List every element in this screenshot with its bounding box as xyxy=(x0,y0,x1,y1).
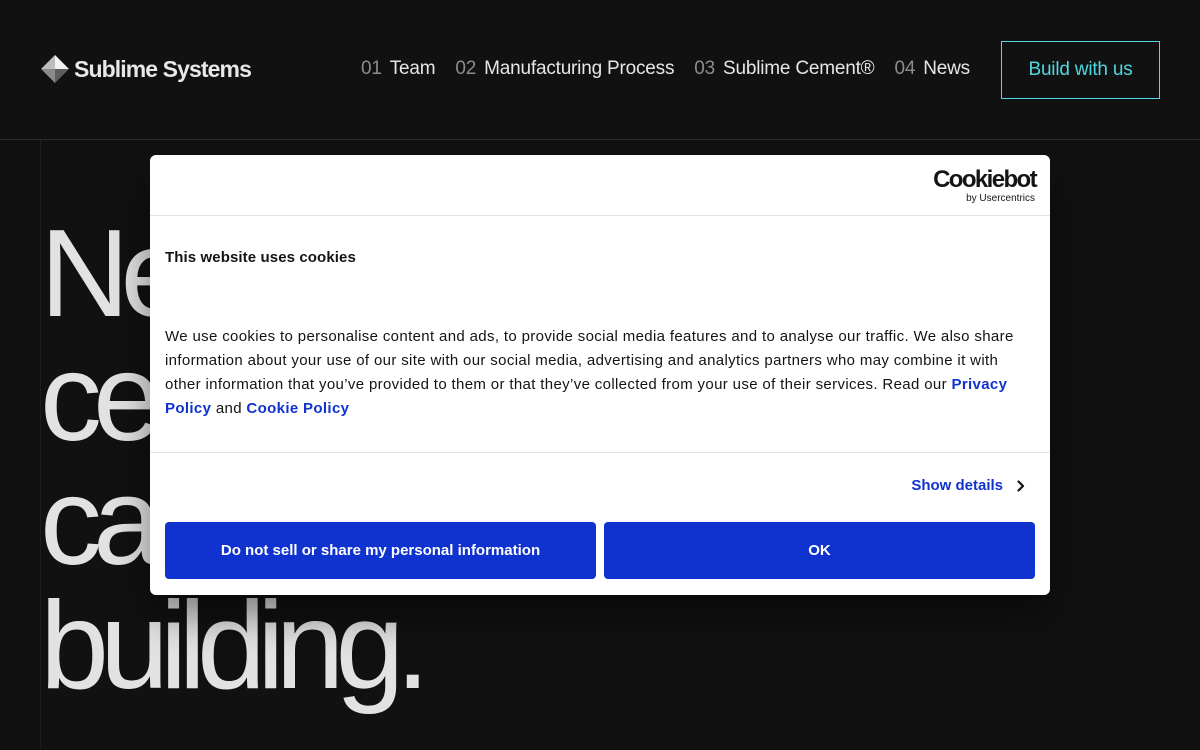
brand-name: Sublime Systems xyxy=(74,55,252,82)
cookie-divider xyxy=(150,452,1050,453)
hero-line: building. xyxy=(40,577,430,715)
cookie-dialog-header: Cookiebot by Usercentrics xyxy=(150,155,1050,216)
nav-number: 04 xyxy=(894,58,916,79)
diamond-logo-icon xyxy=(40,54,70,84)
cookie-consent-dialog: Cookiebot by Usercentrics This website u… xyxy=(150,155,1050,595)
nav-number: 02 xyxy=(455,58,477,79)
show-details-link[interactable]: Show details xyxy=(911,477,1025,494)
nav-number: 03 xyxy=(694,58,715,79)
cookie-policy-link[interactable]: Cookie Policy xyxy=(246,400,349,417)
nav-label: Sublime Cement® xyxy=(723,58,875,79)
cookiebot-brand: Cookiebot xyxy=(933,166,1038,193)
site-header: Sublime Systems 01 Team 02 Manufacturing… xyxy=(0,0,1200,140)
cookie-body-text: We use cookies to personalise content an… xyxy=(165,328,1014,393)
cookiebot-subtitle: by Usercentrics xyxy=(966,193,1035,204)
cookie-and-text: and xyxy=(211,400,247,417)
nav-item-team[interactable]: 01 Team xyxy=(361,58,436,80)
nav-number: 01 xyxy=(361,58,382,79)
build-with-us-button[interactable]: Build with us xyxy=(1001,41,1160,99)
chevron-right-icon xyxy=(1017,479,1025,492)
do-not-sell-button[interactable]: Do not sell or share my personal informa… xyxy=(165,522,596,579)
brand-logo[interactable]: Sublime Systems xyxy=(40,54,252,84)
cookiebot-logo[interactable]: Cookiebot by Usercentrics xyxy=(933,166,1038,205)
nav-item-manufacturing-process[interactable]: 02 Manufacturing Process xyxy=(455,58,674,80)
show-details-label: Show details xyxy=(911,477,1003,494)
cookie-dialog-title: This website uses cookies xyxy=(165,249,356,266)
cookie-dialog-body: We use cookies to personalise content an… xyxy=(165,325,1037,421)
ok-button[interactable]: OK xyxy=(604,522,1035,579)
nav-label: Manufacturing Process xyxy=(484,58,675,79)
main-nav: 01 Team 02 Manufacturing Process 03 Subl… xyxy=(361,58,970,80)
nav-label: News xyxy=(923,58,970,79)
nav-item-news[interactable]: 04 News xyxy=(894,58,970,80)
nav-item-sublime-cement[interactable]: 03 Sublime Cement® xyxy=(694,58,874,80)
nav-label: Team xyxy=(389,58,436,79)
